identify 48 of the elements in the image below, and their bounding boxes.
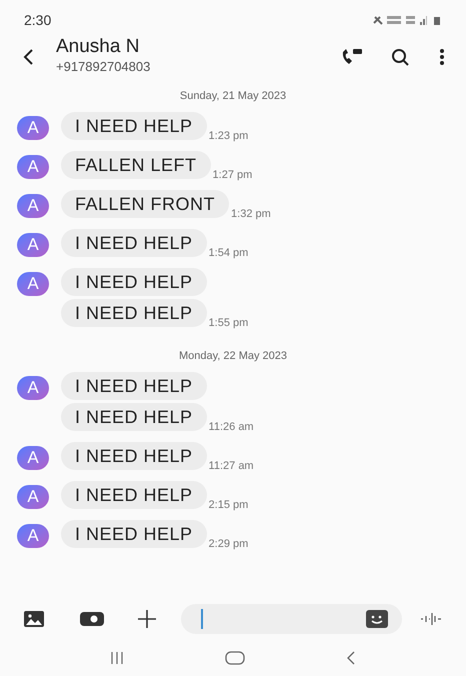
message-bubble: I NEED HELP — [61, 403, 207, 431]
home-icon[interactable] — [224, 651, 245, 665]
back-nav-icon[interactable] — [346, 651, 356, 665]
message-time: 1:55 pm — [208, 316, 248, 330]
contact-avatar: A — [17, 116, 49, 140]
status-icons-drawing — [372, 14, 442, 26]
message-time: 1:32 pm — [231, 206, 271, 222]
message-time: 1:23 pm — [208, 128, 248, 144]
search-icon[interactable] — [390, 47, 410, 67]
message-time: 2:15 pm — [208, 498, 248, 512]
contact-avatar: A — [17, 194, 49, 218]
status-time: 2:30 — [24, 10, 52, 30]
contact-phone: +917892704803 — [56, 58, 152, 76]
gallery-icon[interactable] — [24, 611, 44, 627]
contact-avatar: A — [17, 485, 49, 509]
plus-icon[interactable] — [137, 609, 157, 629]
more-options-icon[interactable] — [440, 49, 444, 65]
recent-apps-icon[interactable] — [110, 652, 124, 664]
contact-name: Anusha N — [56, 37, 140, 58]
message-bubble: I NEED HELP — [61, 299, 207, 327]
camera-icon[interactable] — [80, 611, 104, 627]
date-separator: Sunday, 21 May 2023 — [180, 88, 286, 104]
contact-avatar: A — [17, 446, 49, 470]
sticker-icon[interactable] — [366, 610, 388, 628]
message-bubble: I NEED HELP — [61, 481, 207, 509]
message-bubble: I NEED HELP — [61, 112, 207, 140]
message-bubble: I NEED HELP — [61, 442, 207, 470]
contact-avatar: A — [17, 155, 49, 179]
message-time: 2:29 pm — [208, 536, 248, 552]
message-time: 11:27 am — [208, 458, 254, 474]
date-separator: Monday, 22 May 2023 — [178, 348, 288, 364]
message-time: 1:27 pm — [212, 168, 252, 182]
contact-avatar: A — [17, 376, 49, 400]
back-icon[interactable] — [22, 48, 34, 66]
message-bubble: I NEED HELP — [61, 372, 207, 400]
contact-avatar: A — [17, 524, 49, 548]
message-bubble: FALLEN FRONT — [61, 190, 230, 218]
message-time: 1:54 pm — [208, 246, 248, 260]
contact-avatar: A — [17, 272, 49, 296]
message-time: 11:26 am — [208, 420, 254, 434]
message-input-field[interactable] — [181, 604, 402, 634]
message-bubble: FALLEN LEFT — [61, 151, 211, 179]
message-bubble: I NEED HELP — [61, 229, 207, 257]
hd-call-icon[interactable] — [340, 47, 364, 67]
message-bubble: I NEED HELP — [61, 268, 207, 296]
message-bubble: I NEED HELP — [61, 520, 207, 548]
voice-wave-icon[interactable] — [420, 612, 442, 626]
contact-avatar: A — [17, 233, 49, 257]
